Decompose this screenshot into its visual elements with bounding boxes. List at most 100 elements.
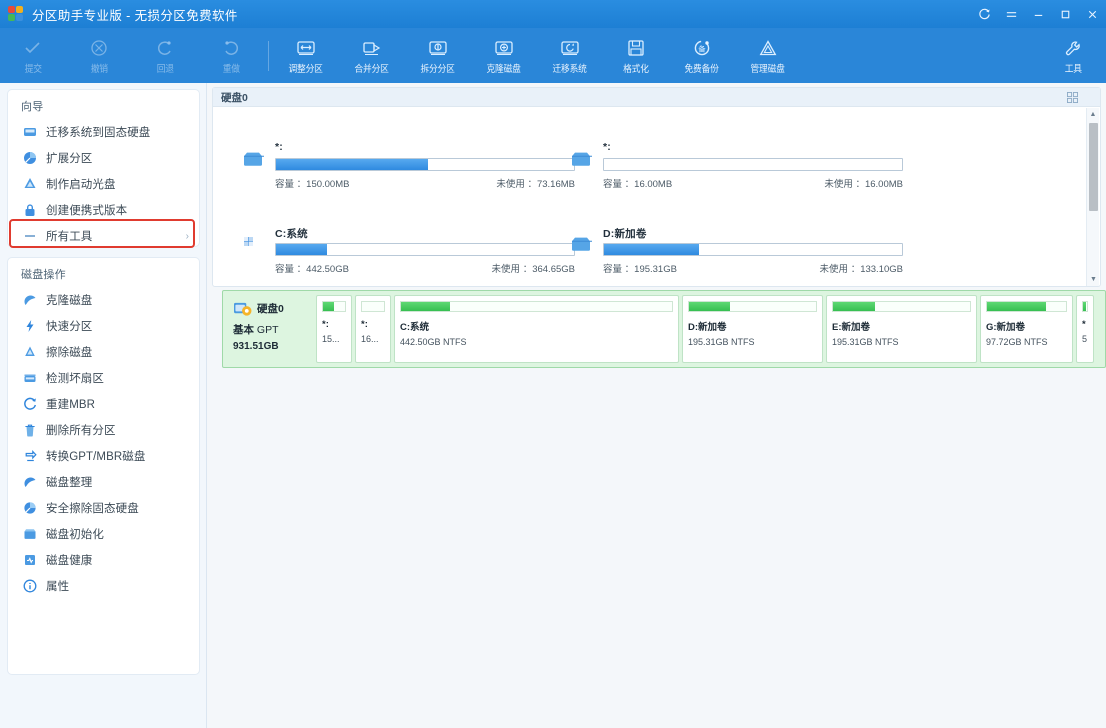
partition-block[interactable]: D:新加卷 195.31GB NTFS xyxy=(682,295,823,363)
toolbar-item-free-backup[interactable]: 备免费备份 xyxy=(669,28,735,83)
sidebar-diskops-card: 磁盘操作 克隆磁盘快速分区擦除磁盘检测坏扇区重建MBR 删除所有分区转换GPT/M… xyxy=(7,257,200,675)
sidebar-item-properties[interactable]: 属性 xyxy=(8,573,199,599)
toolbar-item-check: 提交 xyxy=(0,28,66,83)
sidebar-item-label: 克隆磁盘 xyxy=(46,292,92,308)
volume-capacity-label: 容量 xyxy=(603,179,622,190)
sidebar-item-extend-partition[interactable]: 扩展分区 xyxy=(8,145,199,171)
scroll-down-arrow[interactable]: ▼ xyxy=(1087,273,1100,286)
toolbar-item-clone-disk[interactable]: 克隆磁盘 xyxy=(471,28,537,83)
toolbar-item-manage-disk[interactable]: 管理磁盘 xyxy=(735,28,801,83)
refresh-icon[interactable] xyxy=(971,0,998,28)
volume-capacity-value: 442.50GB xyxy=(306,264,349,275)
sidebar-item-boot-disc[interactable]: 制作启动光盘 xyxy=(8,171,199,197)
partition-block[interactable]: * 5 xyxy=(1076,295,1094,363)
volume-unused: 未使用 ：73.16MB xyxy=(496,176,575,190)
sidebar-item-init-disk[interactable]: 磁盘初始化 xyxy=(8,521,199,547)
partition-block[interactable]: E:新加卷 195.31GB NTFS xyxy=(826,295,977,363)
panel-view-icon[interactable] xyxy=(1067,92,1078,103)
toolbar-item-format[interactable]: 格式化 xyxy=(603,28,669,83)
sidebar-item-secure-erase[interactable]: 安全擦除固态硬盘 xyxy=(8,495,199,521)
partition-block[interactable]: G:新加卷 97.72GB NTFS xyxy=(980,295,1073,363)
volume-card[interactable]: C:系统 容量 ：442.50GB 未使用 ：364.65GB xyxy=(241,226,575,296)
scroll-thumb[interactable] xyxy=(1089,123,1098,211)
cancel-icon xyxy=(87,37,111,59)
wrench-icon xyxy=(1061,37,1085,59)
sidebar-item-disk-health[interactable]: 磁盘健康 xyxy=(8,547,199,573)
manage-disk-icon xyxy=(756,37,780,59)
sidebar-item-delete-partitions[interactable]: 删除所有分区 xyxy=(8,417,199,443)
partition-block[interactable]: C:系统 442.50GB NTFS xyxy=(394,295,679,363)
volume-card[interactable]: *: 容量 ：150.00MB 未使用 ：73.16MB xyxy=(241,141,575,211)
window-title: 分区助手专业版 - 无损分区免费软件 xyxy=(32,5,238,24)
sidebar-item-ssd[interactable]: 迁移系统到固态硬盘 xyxy=(8,119,199,145)
toolbar-item-redo: 重做 xyxy=(198,28,264,83)
sidebar-item-rebuild-mbr[interactable]: 重建MBR xyxy=(8,391,199,417)
toolbar-tools-label: 工具 xyxy=(1064,61,1081,75)
portable-lock-icon xyxy=(21,202,38,218)
partition-name: C:系统 xyxy=(400,319,673,333)
volume-capacity: 容量 ：442.50GB xyxy=(275,261,349,275)
volume-card[interactable]: D:新加卷 容量 ：195.31GB 未使用 ：133.10GB xyxy=(569,226,903,296)
sidebar: 向导 迁移系统到固态硬盘扩展分区制作启动光盘创建便携式版本所有工具› 磁盘操作 … xyxy=(0,83,207,728)
toolbar-item-tools[interactable]: 工具 xyxy=(1040,28,1106,83)
split-partition-icon xyxy=(426,37,450,59)
sidebar-wizard-card: 向导 迁移系统到固态硬盘扩展分区制作启动光盘创建便携式版本所有工具› xyxy=(7,89,200,247)
scroll-up-arrow[interactable]: ▲ xyxy=(1087,108,1099,121)
app-window: 分区助手专业版 - 无损分区免费软件 提交撤销回退重做调整分区合并分区拆分分区克… xyxy=(0,0,1106,728)
disk-map-type: 基本 xyxy=(233,324,254,336)
svg-text:备: 备 xyxy=(698,44,706,53)
sidebar-item-wipe-disk[interactable]: 擦除磁盘 xyxy=(8,339,199,365)
toolbar-item-merge-partition[interactable]: 合并分区 xyxy=(339,28,405,83)
partition-name: *: xyxy=(361,319,385,330)
sidebar-item-quick-partition[interactable]: 快速分区 xyxy=(8,313,199,339)
volume-capacity-label: 容量 xyxy=(275,264,294,275)
ssd-icon xyxy=(21,124,38,140)
volume-capacity-label: 容量 xyxy=(603,264,622,275)
partition-usage-bar xyxy=(322,301,346,312)
toolbar-item-label: 合并分区 xyxy=(355,61,389,75)
sidebar-item-label: 磁盘初始化 xyxy=(46,526,104,542)
volume-capacity-value: 195.31GB xyxy=(634,264,677,275)
partition-block[interactable]: *: 15... xyxy=(316,295,352,363)
toolbar-item-resize-partition[interactable]: 调整分区 xyxy=(273,28,339,83)
sidebar-item-label: 转换GPT/MBR磁盘 xyxy=(46,448,146,464)
partition-usage-bar xyxy=(688,301,817,312)
minimize-button[interactable] xyxy=(1025,0,1052,28)
partition-block[interactable]: *: 16... xyxy=(355,295,391,363)
volume-usage-bar xyxy=(275,158,575,171)
merge-partition-icon xyxy=(360,37,384,59)
toolbar-item-label: 提交 xyxy=(24,61,41,75)
disk-panel-scrollbar[interactable]: ▲ ▼ xyxy=(1086,108,1099,286)
toolbar-item-split-partition[interactable]: 拆分分区 xyxy=(405,28,471,83)
sidebar-item-portable-lock[interactable]: 创建便携式版本 xyxy=(8,197,199,223)
partition-name: *: xyxy=(322,319,346,330)
sidebar-item-clone-disk[interactable]: 克隆磁盘 xyxy=(8,287,199,313)
defrag-icon xyxy=(21,474,38,490)
maximize-button[interactable] xyxy=(1052,0,1079,28)
partition-usage-bar xyxy=(400,301,673,312)
sidebar-item-convert-gpt-mbr[interactable]: 转换GPT/MBR磁盘 xyxy=(8,443,199,469)
quick-partition-icon xyxy=(21,318,38,334)
disk-map-header[interactable]: 硬盘0 基本 GPT 931.51GB xyxy=(227,295,313,363)
title-bar: 分区助手专业版 - 无损分区免费软件 xyxy=(0,0,1106,28)
volume-unused-label: 未使用 xyxy=(820,264,849,275)
menu-icon[interactable] xyxy=(998,0,1025,28)
sidebar-item-defrag[interactable]: 磁盘整理 xyxy=(8,469,199,495)
toolbar-item-label: 免费备份 xyxy=(685,61,719,75)
more-icon xyxy=(21,228,38,244)
toolbar-item-label: 重做 xyxy=(222,61,239,75)
disk-partition-map: 硬盘0 基本 GPT 931.51GB *: 15... *: 16... C:… xyxy=(222,290,1106,368)
sidebar-diskops-heading: 磁盘操作 xyxy=(8,258,199,287)
partition-icon xyxy=(569,141,595,163)
volume-card[interactable]: *: 容量 ：16.00MB 未使用 ：16.00MB xyxy=(569,141,903,211)
sidebar-item-label: 删除所有分区 xyxy=(46,422,116,438)
close-button[interactable] xyxy=(1079,0,1106,28)
toolbar-item-label: 撤销 xyxy=(90,61,107,75)
sidebar-item-bad-sector[interactable]: 检测坏扇区 xyxy=(8,365,199,391)
volume-name: *: xyxy=(603,141,903,156)
toolbar-item-label: 调整分区 xyxy=(289,61,323,75)
toolbar-item-migrate-os[interactable]: 迁移系统 xyxy=(537,28,603,83)
disk-info-title: 硬盘0 xyxy=(221,90,248,105)
disk-info-body: *: 容量 ：150.00MB 未使用 ：73.16MB xyxy=(213,107,1100,286)
sidebar-item-more[interactable]: 所有工具› xyxy=(8,223,199,249)
